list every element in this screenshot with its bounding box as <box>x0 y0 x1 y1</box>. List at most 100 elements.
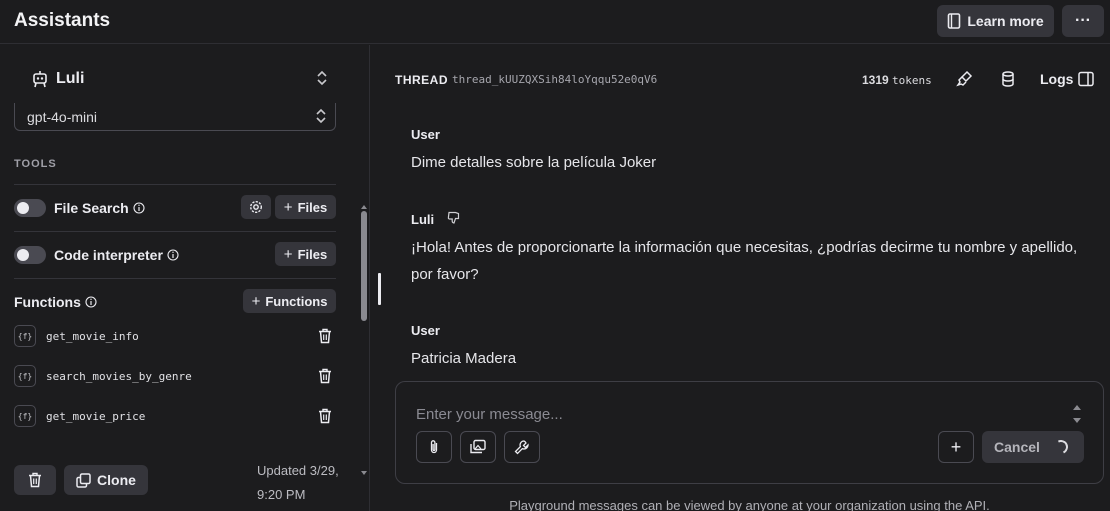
scroll-down-arrow[interactable] <box>361 471 367 475</box>
add-function-label: Functions <box>265 293 328 309</box>
clone-label: Clone <box>97 472 136 488</box>
updated-time: 9:20 PM <box>257 487 306 502</box>
divider <box>14 278 336 279</box>
function-name: search_movies_by_genre <box>46 370 192 383</box>
delete-assistant-button[interactable] <box>14 465 56 495</box>
thread-label: THREAD <box>395 73 448 87</box>
functions-label: Functions <box>14 294 97 310</box>
cancel-run-button[interactable]: Cancel <box>982 431 1084 463</box>
plus-icon: + <box>283 245 293 263</box>
info-icon[interactable] <box>85 296 97 308</box>
function-icon: {f} <box>14 365 36 387</box>
tools-section-label: TOOLS <box>14 158 57 170</box>
thread-id[interactable]: thread_kUUZQXSih84loYqqu52e0qV6 <box>452 73 657 86</box>
token-unit: tokens <box>892 74 932 87</box>
tool-name: Code interpreter <box>54 247 179 263</box>
tool-name: File Search <box>54 200 145 216</box>
chevron-updown-icon <box>316 108 326 124</box>
image-gallery-icon <box>470 439 486 454</box>
plus-icon: + <box>283 198 293 216</box>
trash-icon[interactable] <box>318 408 332 424</box>
message-role: Luli <box>411 212 435 227</box>
input-scroll-arrows[interactable] <box>1072 402 1082 426</box>
function-icon: {f} <box>14 325 36 347</box>
message-text: Patricia Madera <box>411 350 517 367</box>
more-options-button[interactable]: ··· <box>1062 5 1104 37</box>
clone-button[interactable]: Clone <box>64 465 148 495</box>
files-label: Files <box>297 199 328 215</box>
chevron-updown-icon <box>317 70 327 86</box>
panel-icon <box>1078 71 1095 87</box>
thumbs-down-icon[interactable] <box>447 211 461 225</box>
assistant-selector[interactable]: Luli <box>14 65 334 93</box>
message-role: User <box>411 323 440 338</box>
plus-icon: + <box>950 436 962 457</box>
assistant-name: Luli <box>56 70 85 87</box>
plus-icon: + <box>251 292 261 310</box>
function-item[interactable]: {f} get_movie_info <box>14 324 336 350</box>
files-label: Files <box>297 246 328 262</box>
book-icon <box>948 13 961 29</box>
file-search-settings-button[interactable] <box>241 195 271 219</box>
copy-icon <box>76 472 91 488</box>
message-text: Dime detalles sobre la película Joker <box>411 154 657 171</box>
token-number: 1319 <box>862 73 889 87</box>
function-item[interactable]: {f} get_movie_price <box>14 404 336 430</box>
top-bar: Assistants Learn more ··· <box>0 0 1110 44</box>
functions-title: Functions <box>14 294 81 310</box>
tool-row-code-interpreter: Code interpreter + Files <box>14 240 336 270</box>
ellipsis-icon: ··· <box>1075 12 1091 29</box>
message-input[interactable]: Enter your message... <box>416 406 563 423</box>
loading-spinner-icon <box>1052 438 1070 456</box>
wrench-icon <box>514 440 529 455</box>
paperclip-icon <box>430 440 438 454</box>
robot-icon <box>33 71 47 88</box>
divider <box>14 184 336 185</box>
images-button[interactable] <box>460 431 496 463</box>
model-select[interactable]: gpt-4o-mini <box>14 103 336 131</box>
file-search-toggle[interactable] <box>14 199 46 217</box>
functions-header: Functions + Functions <box>14 287 336 317</box>
gear-icon <box>249 200 263 214</box>
function-name: get_movie_info <box>46 330 139 343</box>
scroll-thumb[interactable] <box>361 211 367 321</box>
info-icon[interactable] <box>167 249 179 261</box>
add-message-button[interactable]: + <box>938 431 974 463</box>
updated-timestamp: Updated 3/29, 9:20 PM <box>257 459 347 507</box>
function-name: get_movie_price <box>46 410 146 423</box>
info-icon[interactable] <box>133 202 145 214</box>
scroll-up-arrow[interactable] <box>361 205 367 209</box>
message-role: User <box>411 127 440 142</box>
playground-notice: Playground messages can be viewed by any… <box>509 498 990 511</box>
file-search-add-files-button[interactable]: + Files <box>275 195 336 219</box>
clear-thread-icon[interactable] <box>956 70 974 88</box>
add-function-button[interactable]: + Functions <box>243 289 336 313</box>
token-count: 1319 tokens <box>862 73 932 87</box>
database-icon[interactable] <box>999 70 1017 88</box>
logs-label: Logs <box>1040 71 1074 87</box>
sidebar-scrollbar[interactable] <box>361 205 367 475</box>
trash-icon <box>29 472 41 488</box>
trash-icon[interactable] <box>318 328 332 344</box>
tool-name-label: File Search <box>54 200 129 216</box>
message-text: ¡Hola! Antes de proporcionarte la inform… <box>411 239 1078 283</box>
logs-button[interactable]: Logs <box>1040 71 1095 87</box>
cancel-label: Cancel <box>994 439 1040 455</box>
tool-name-label: Code interpreter <box>54 247 163 263</box>
function-item[interactable]: {f} search_movies_by_genre <box>14 364 336 390</box>
learn-more-button[interactable]: Learn more <box>937 5 1054 37</box>
updated-date: Updated 3/29, <box>257 463 339 478</box>
tools-button[interactable] <box>504 431 540 463</box>
model-value: gpt-4o-mini <box>27 109 98 125</box>
attach-button[interactable] <box>416 431 452 463</box>
function-icon: {f} <box>14 405 36 427</box>
message-composer: Enter your message... + Cancel <box>395 381 1104 484</box>
trash-icon[interactable] <box>318 368 332 384</box>
code-interpreter-toggle[interactable] <box>14 246 46 264</box>
code-interpreter-add-files-button[interactable]: + Files <box>275 242 336 266</box>
tool-row-file-search: File Search + Files <box>14 193 336 223</box>
divider <box>14 231 336 232</box>
assistant-sidebar: Luli gpt-4o-mini TOOLS File Search + Fil… <box>0 45 370 511</box>
panel-resize-handle[interactable] <box>378 273 381 305</box>
thread-header: THREAD thread_kUUZQXSih84loYqqu52e0qV6 1… <box>395 68 1095 92</box>
